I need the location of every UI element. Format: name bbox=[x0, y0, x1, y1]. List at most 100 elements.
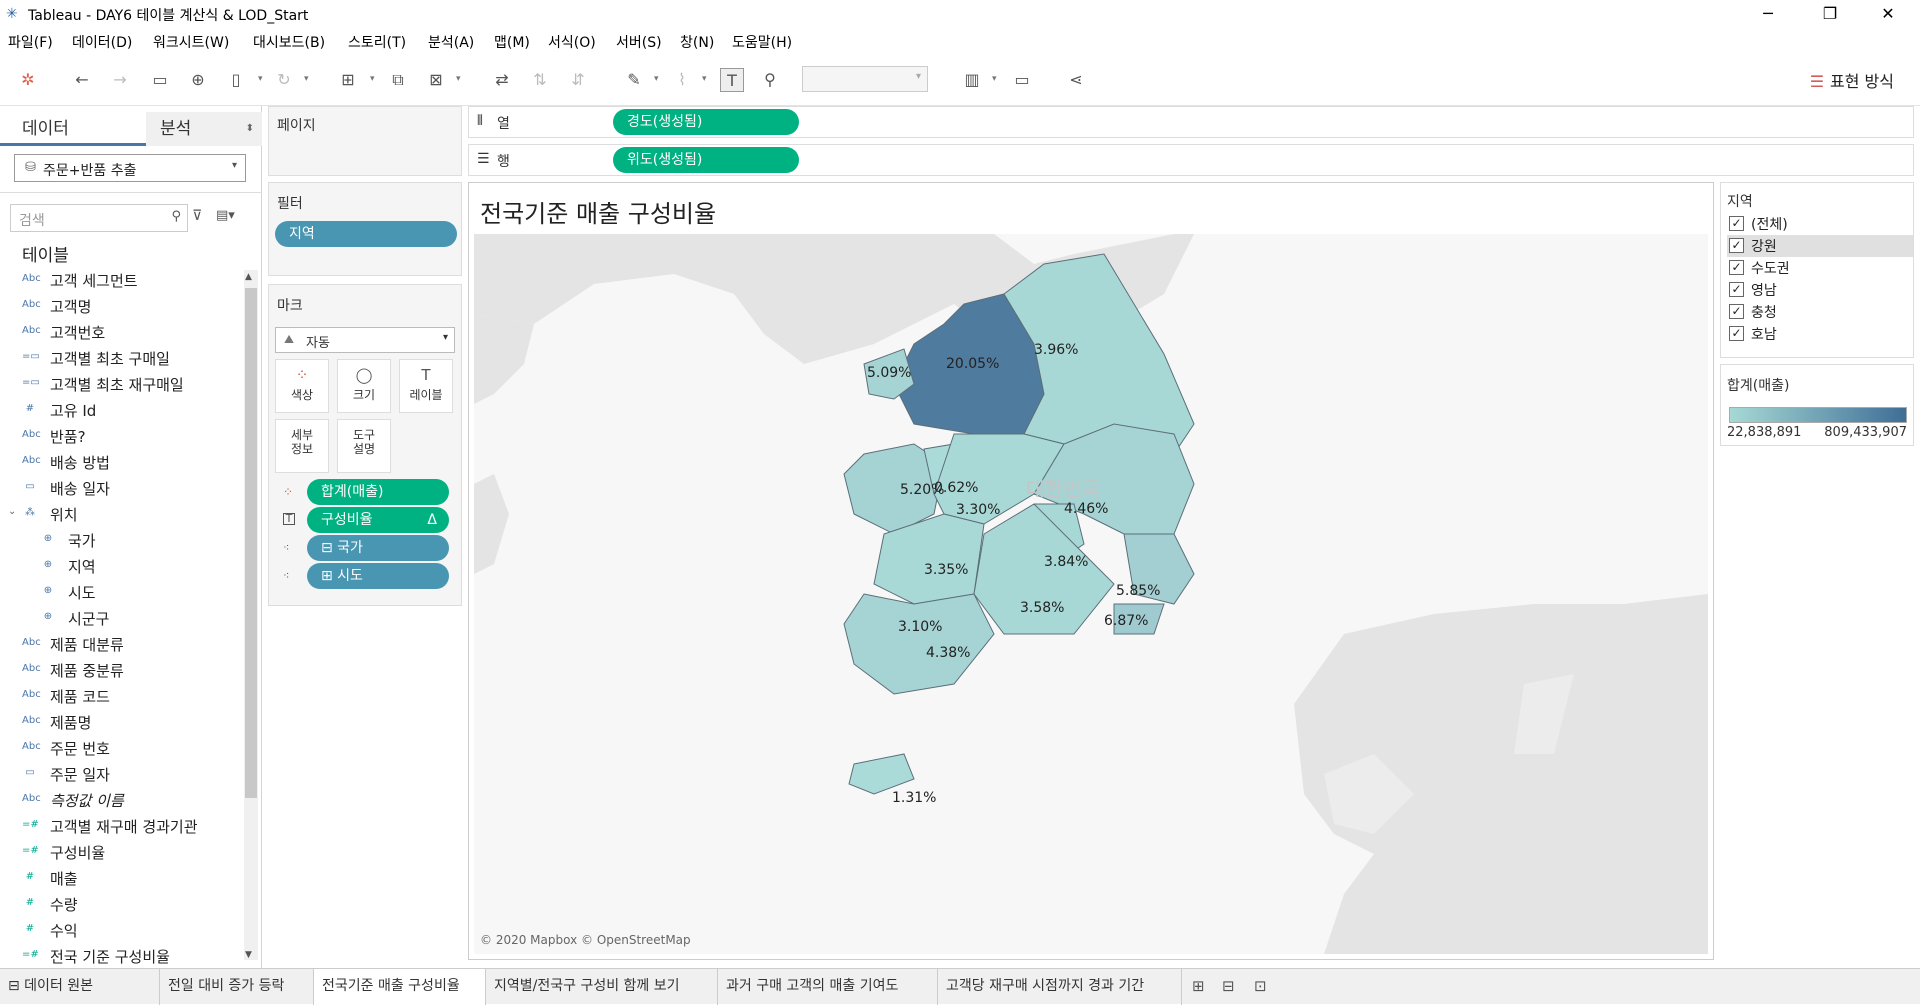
checkbox[interactable]: ✓ bbox=[1729, 216, 1744, 231]
tab-past-customer[interactable]: 과거 구매 고객의 매출 기여도 bbox=[718, 969, 938, 1005]
marks-pill-sum-sales[interactable]: 합계(매출) bbox=[307, 479, 449, 505]
menu-server[interactable]: 서버(S) bbox=[616, 32, 662, 52]
field-item[interactable]: Abc 배송 방법 bbox=[0, 449, 240, 475]
region-filter-item[interactable]: ✓ 영남 bbox=[1727, 279, 1913, 301]
tooltip-button[interactable]: 도구 설명 bbox=[337, 419, 391, 473]
province-shape[interactable] bbox=[843, 593, 995, 695]
field-item[interactable]: # 고유 Id bbox=[0, 397, 240, 423]
fit-dropdown[interactable] bbox=[802, 66, 928, 92]
menu-data[interactable]: 데이터(D) bbox=[72, 32, 132, 52]
field-item[interactable]: ⊕ 시군구 bbox=[0, 605, 240, 631]
field-item[interactable]: ⊕ 시도 bbox=[0, 579, 240, 605]
menu-map[interactable]: 맵(M) bbox=[494, 32, 530, 52]
pin-icon[interactable]: ⚲ bbox=[758, 68, 782, 92]
columns-pill-longitude[interactable]: 경도(생성됨) bbox=[613, 109, 799, 135]
minimize-icon[interactable]: ─ bbox=[1744, 2, 1792, 26]
menu-format[interactable]: 서식(O) bbox=[548, 32, 596, 52]
scrollbar-thumb[interactable] bbox=[245, 288, 257, 798]
menu-analysis[interactable]: 분석(A) bbox=[428, 32, 474, 52]
new-worksheet-caret-icon[interactable]: ▾ bbox=[370, 74, 375, 84]
marks-pill-country[interactable]: ⊟ 국가 bbox=[307, 535, 449, 561]
menu-story[interactable]: 스토리(T) bbox=[348, 32, 406, 52]
field-item[interactable]: Abc 반품? bbox=[0, 423, 240, 449]
presentation-icon[interactable]: ▭ bbox=[1010, 68, 1034, 92]
tab-repurchase-period[interactable]: 고객당 재구매 시점까지 경과 기간 bbox=[938, 969, 1182, 1005]
field-item[interactable]: Abc 고객 세그먼트 bbox=[0, 267, 240, 293]
datasource-select[interactable]: ⛁ 주문+반품 추출 ▾ bbox=[14, 154, 246, 182]
pause-updates-caret-icon[interactable]: ▾ bbox=[258, 74, 263, 84]
duplicate-icon[interactable]: ⧉ bbox=[386, 68, 410, 92]
tab-menu-caret-icon[interactable]: ⬍ bbox=[246, 112, 254, 146]
highlight-icon[interactable]: ✎ bbox=[622, 68, 646, 92]
field-item[interactable]: Abc 고객명 bbox=[0, 293, 240, 319]
search-input[interactable]: 검색 ⚲ bbox=[10, 204, 188, 232]
filter-icon[interactable]: ⊽ bbox=[192, 208, 202, 224]
field-item[interactable]: Abc 제품 중분류 bbox=[0, 657, 240, 683]
field-item[interactable]: Abc 제품명 bbox=[0, 709, 240, 735]
field-item[interactable]: =# 구성비율 bbox=[0, 839, 240, 865]
field-item[interactable]: # 매출 bbox=[0, 865, 240, 891]
new-worksheet-tab-icon[interactable]: ⊞ bbox=[1192, 977, 1205, 995]
map-canvas[interactable]: 20.05% 5.09% 3.96% 5.20% 0.62% 3.30% 4.46% 3.84… bbox=[474, 234, 1708, 954]
filter-pill-region[interactable]: 지역 bbox=[275, 221, 457, 247]
clear-sheet-caret-icon[interactable]: ▾ bbox=[456, 74, 461, 84]
close-icon[interactable]: ✕ bbox=[1864, 2, 1912, 26]
checkbox[interactable]: ✓ bbox=[1729, 282, 1744, 297]
highlight-caret-icon[interactable]: ▾ bbox=[654, 74, 659, 84]
new-dashboard-tab-icon[interactable]: ⊟ bbox=[1222, 977, 1235, 995]
checkbox[interactable]: ✓ bbox=[1729, 326, 1744, 341]
field-item[interactable]: Abc 고객번호 bbox=[0, 319, 240, 345]
field-item[interactable]: Abc 측정값 이름 bbox=[0, 787, 240, 813]
group-caret-icon[interactable]: ▾ bbox=[702, 74, 707, 84]
sort-ascending-icon[interactable]: ⇅ bbox=[528, 68, 552, 92]
show-cards-icon[interactable]: ▥ bbox=[960, 68, 984, 92]
rows-pill-latitude[interactable]: 위도(생성됨) bbox=[613, 147, 799, 173]
region-filter-item[interactable]: ✓ (전체) bbox=[1727, 213, 1913, 235]
field-item[interactable]: # 수량 bbox=[0, 891, 240, 917]
swap-icon[interactable]: ⇄ bbox=[490, 68, 514, 92]
menu-window[interactable]: 창(N) bbox=[680, 32, 714, 52]
field-item[interactable]: ▭ 주문 일자 bbox=[0, 761, 240, 787]
province-shape[interactable] bbox=[848, 753, 915, 795]
menu-dashboard[interactable]: 대시보드(B) bbox=[253, 32, 325, 52]
tab-region-national-ratio[interactable]: 지역별/전국구 구성비 함께 보기 bbox=[486, 969, 718, 1005]
label-button[interactable]: T 레이블 bbox=[399, 359, 453, 413]
scroll-up-icon[interactable]: ▲ bbox=[245, 272, 252, 282]
tab-daily-change[interactable]: 전일 대비 증가 등락 bbox=[160, 969, 314, 1005]
group-icon[interactable]: ⌇ bbox=[670, 68, 694, 92]
mark-type-select[interactable]: ⛰ 자동 ▾ bbox=[275, 327, 455, 353]
menu-file[interactable]: 파일(F) bbox=[8, 32, 53, 52]
tab-national-ratio[interactable]: 전국기준 매출 구성비율 bbox=[314, 969, 486, 1005]
expand-icon[interactable]: ⌄ bbox=[8, 506, 16, 517]
field-item[interactable]: # 수익 bbox=[0, 917, 240, 943]
region-filter-item[interactable]: ✓ 호남 bbox=[1727, 323, 1913, 345]
refresh-icon[interactable]: ↻ bbox=[272, 68, 296, 92]
pause-updates-icon[interactable]: ▯ bbox=[224, 68, 248, 92]
field-item[interactable]: =# 전국 기준 구성비율 bbox=[0, 943, 240, 967]
field-item[interactable]: =# 고객별 재구매 경과기관 bbox=[0, 813, 240, 839]
field-item[interactable]: =▭ 고객별 최초 재구매일 bbox=[0, 371, 240, 397]
pages-card[interactable]: 페이지 bbox=[268, 106, 462, 176]
show-cards-caret-icon[interactable]: ▾ bbox=[992, 74, 997, 84]
clear-sheet-icon[interactable]: ⊠ bbox=[424, 68, 448, 92]
tab-data[interactable]: 데이터 bbox=[0, 112, 146, 146]
menu-help[interactable]: 도움말(H) bbox=[732, 32, 792, 52]
redo-icon[interactable]: → bbox=[108, 68, 132, 92]
show-labels-icon[interactable]: T bbox=[720, 68, 744, 92]
region-filter-item[interactable]: ✓ 충청 bbox=[1727, 301, 1913, 323]
marks-pill-ratio[interactable]: 구성비율 Δ bbox=[307, 507, 449, 533]
show-me-button[interactable]: ☰ 표현 방식 bbox=[1810, 68, 1894, 92]
filters-card[interactable]: 필터 지역 bbox=[268, 182, 462, 276]
checkbox[interactable]: ✓ bbox=[1729, 238, 1744, 253]
field-item[interactable]: ⊕ 국가 bbox=[0, 527, 240, 553]
refresh-caret-icon[interactable]: ▾ bbox=[304, 74, 309, 84]
field-item[interactable]: ▭ 배송 일자 bbox=[0, 475, 240, 501]
region-filter-item[interactable]: ✓ 수도권 bbox=[1727, 257, 1913, 279]
scroll-down-icon[interactable]: ▼ bbox=[245, 950, 252, 960]
undo-icon[interactable]: ← bbox=[70, 68, 94, 92]
field-item[interactable]: ⌄ ⁂ 위치 bbox=[0, 501, 240, 527]
color-button[interactable]: ⁘ 색상 bbox=[275, 359, 329, 413]
field-item[interactable]: Abc 제품 코드 bbox=[0, 683, 240, 709]
checkbox[interactable]: ✓ bbox=[1729, 260, 1744, 275]
save-icon[interactable]: ▭ bbox=[148, 68, 172, 92]
